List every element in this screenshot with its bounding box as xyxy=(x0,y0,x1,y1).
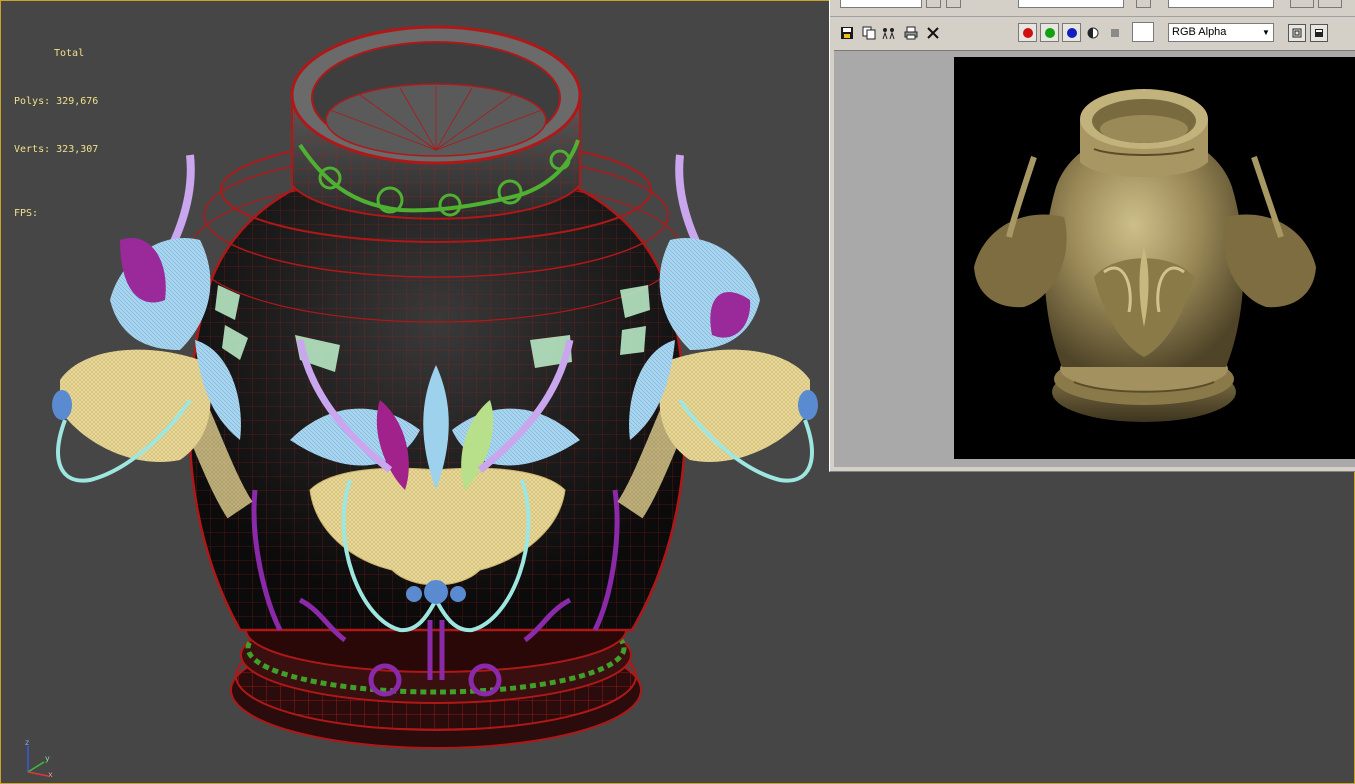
green-channel-icon xyxy=(1044,27,1055,38)
verts-label: Verts: xyxy=(14,144,51,155)
color-swatch[interactable] xyxy=(1132,22,1154,42)
display-channel-value: RGB Alpha xyxy=(1172,26,1227,38)
toggle-ui-icon[interactable] xyxy=(1310,24,1328,42)
render-canvas-area xyxy=(834,50,1355,467)
render-setup-button[interactable] xyxy=(1290,0,1314,8)
fps-label: FPS: xyxy=(14,208,39,219)
edit-region-button[interactable] xyxy=(926,0,941,8)
vase-wireframe-model[interactable] xyxy=(0,0,828,784)
save-icon[interactable] xyxy=(838,24,856,42)
render-preset-dropdown[interactable] xyxy=(1168,0,1274,8)
toggle-ui-overlays-icon[interactable] xyxy=(1288,24,1306,42)
clear-icon[interactable] xyxy=(924,24,942,42)
alpha-channel-icon[interactable] xyxy=(1084,24,1102,42)
axis-x-label: x xyxy=(48,770,53,778)
polys-label: Polys: xyxy=(14,96,51,107)
rendered-bronze-vase-image xyxy=(974,89,1316,422)
area-to-render-dropdown[interactable] xyxy=(840,0,922,8)
axis-y-label: y xyxy=(45,754,50,763)
polys-value: 329,676 xyxy=(56,96,99,107)
copy-icon[interactable] xyxy=(860,24,878,42)
clone-icon[interactable] xyxy=(880,24,898,42)
axis-z-label: z xyxy=(25,738,29,747)
render-button[interactable] xyxy=(1318,0,1342,8)
axis-gizmo-icon: z y x xyxy=(25,738,53,778)
vase-neck xyxy=(290,25,582,220)
green-channel-toggle[interactable] xyxy=(1040,23,1059,42)
lock-viewport-button[interactable] xyxy=(1136,0,1151,8)
viewport-statistics: Total Polys: 329,676 Verts: 323,307 FPS: xyxy=(14,14,98,254)
monochrome-icon[interactable] xyxy=(1106,24,1124,42)
blue-channel-toggle[interactable] xyxy=(1062,23,1081,42)
viewport-dropdown[interactable] xyxy=(1018,0,1124,8)
print-icon[interactable] xyxy=(902,24,920,42)
verts-value: 323,307 xyxy=(56,144,99,155)
stats-total-label: Total xyxy=(54,48,85,59)
blue-channel-icon xyxy=(1066,27,1077,38)
red-channel-toggle[interactable] xyxy=(1018,23,1037,42)
display-channel-dropdown[interactable]: RGB Alpha ▼ xyxy=(1168,23,1274,42)
chevron-down-icon: ▼ xyxy=(1262,28,1270,37)
frame-window-toolbar: RGB Alpha ▼ xyxy=(830,18,1355,48)
auto-region-button[interactable] xyxy=(946,0,961,8)
red-channel-icon xyxy=(1022,27,1033,38)
rendered-frame-window[interactable]: RGB Alpha ▼ xyxy=(829,0,1355,472)
rendered-image xyxy=(954,57,1355,459)
frame-window-top-strip xyxy=(830,0,1355,17)
